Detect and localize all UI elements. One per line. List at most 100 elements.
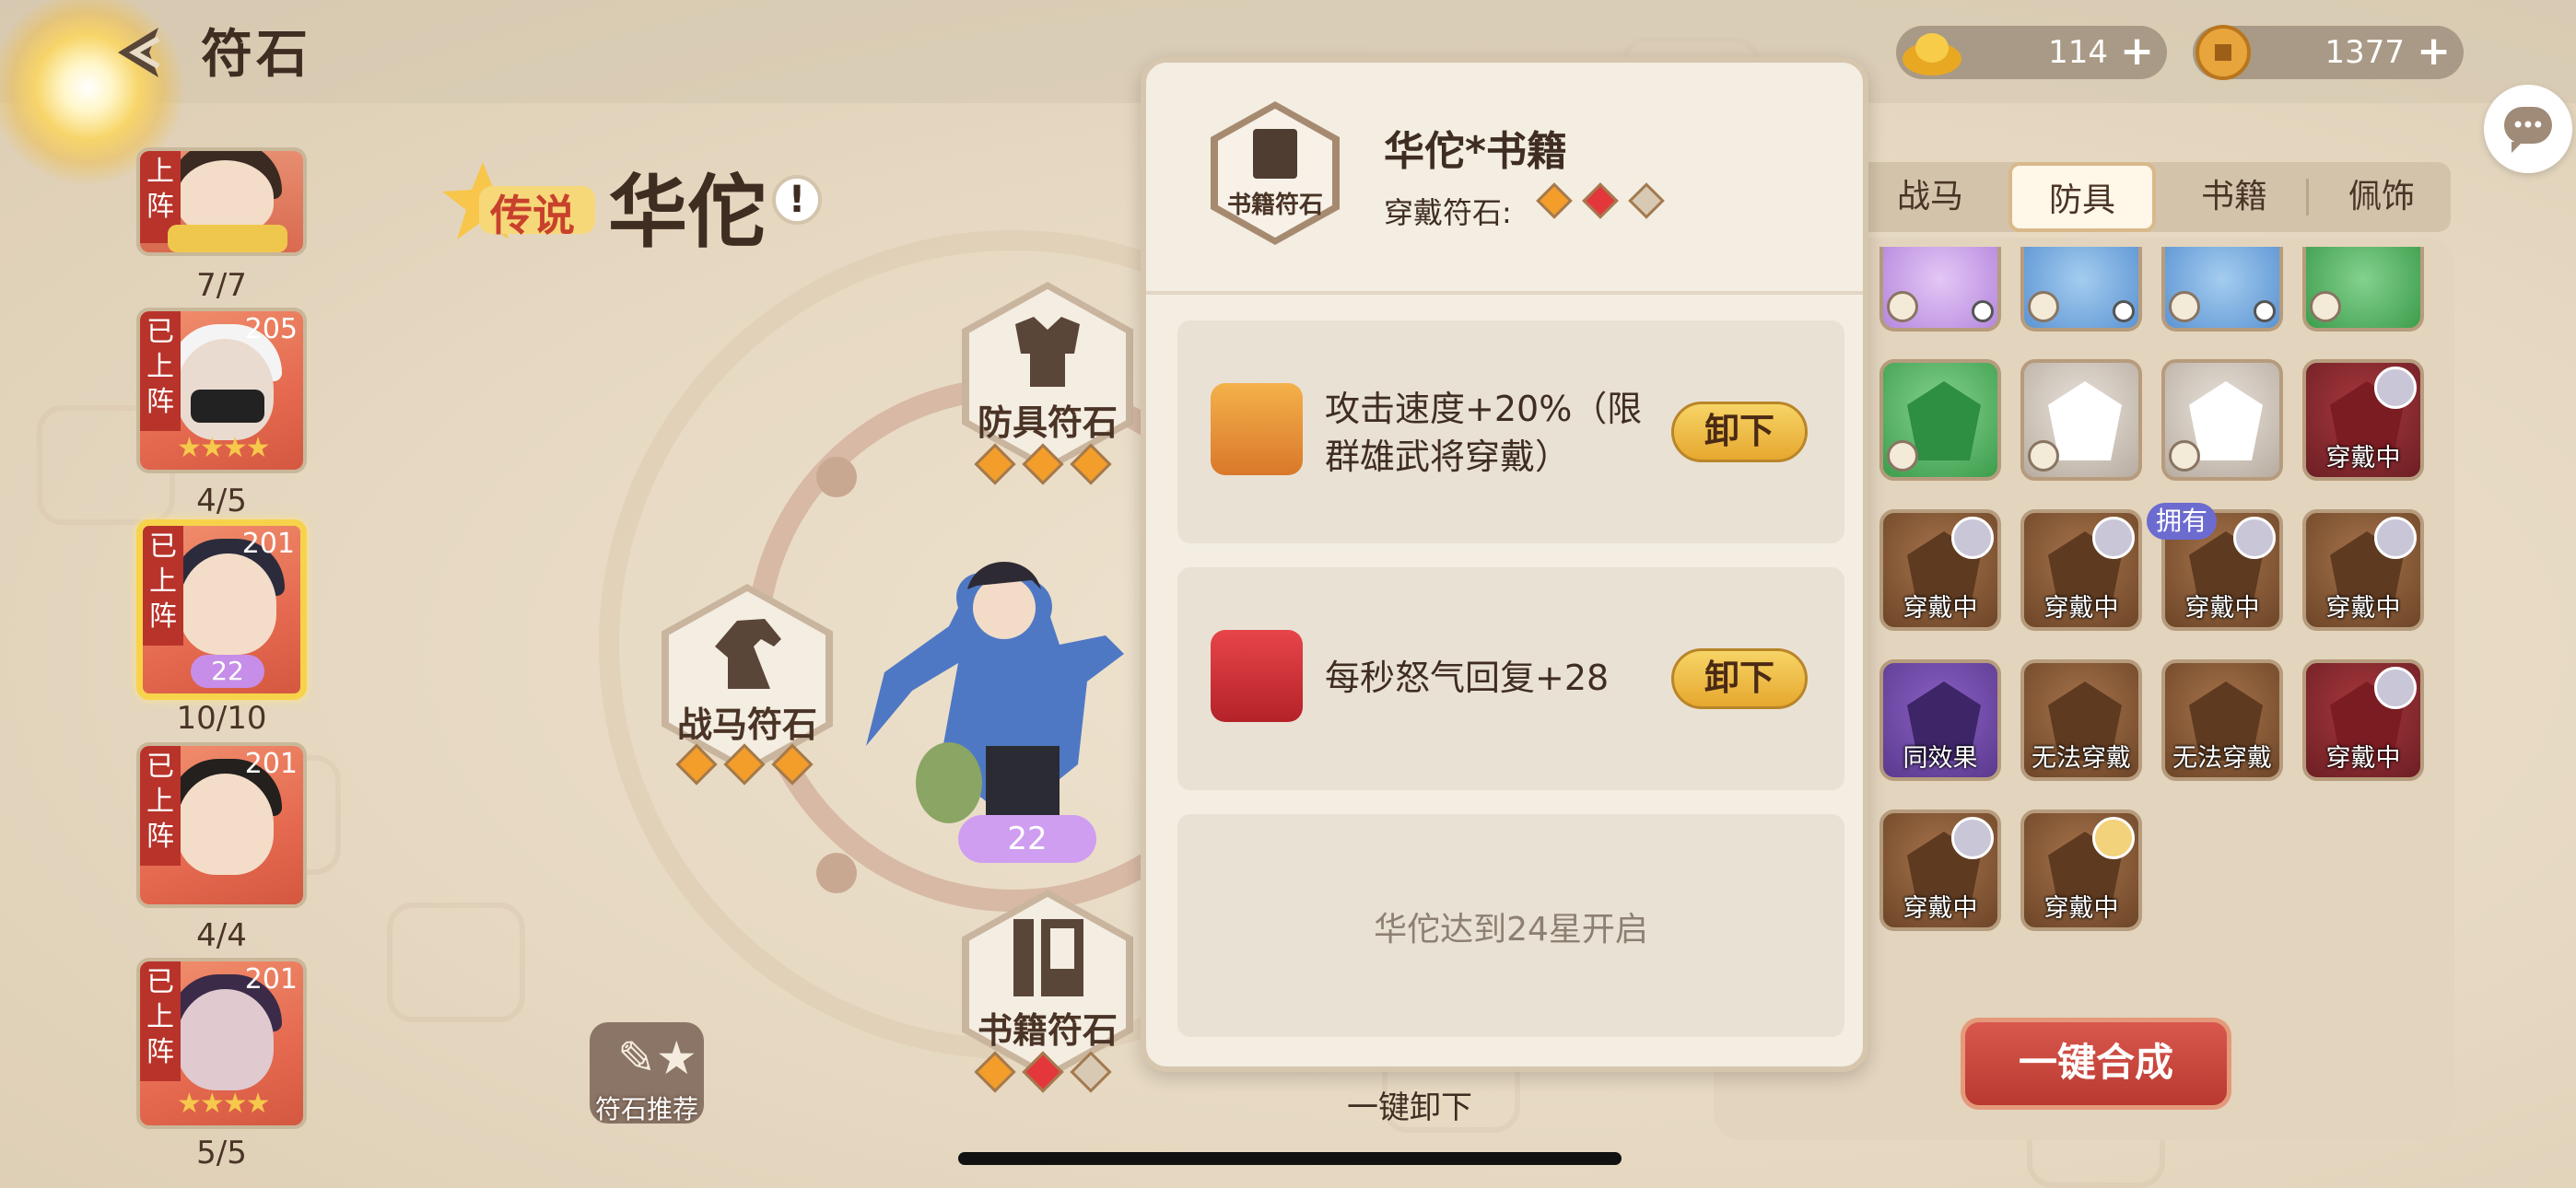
unequip-button[interactable]: 卸下 — [1671, 648, 1808, 709]
hero-level: 201 — [244, 963, 298, 996]
hero-face — [177, 989, 274, 1090]
book-rune-gems — [971, 1051, 1115, 1094]
red-gem-icon — [1582, 182, 1619, 219]
gold-ingot-icon — [1903, 33, 1961, 76]
book-icon — [1253, 129, 1297, 179]
orange-gem-icon — [1070, 443, 1112, 485]
rune-type-icon — [2169, 291, 2200, 322]
rune-item[interactable] — [1879, 247, 2001, 332]
hero-face — [177, 774, 274, 875]
wearer-avatar — [2233, 517, 2276, 559]
rune-item[interactable] — [2161, 359, 2283, 481]
rune-item[interactable]: 同效果 — [1879, 659, 2001, 781]
rune-item[interactable] — [2020, 247, 2142, 332]
hero-card[interactable]: 已上阵 201 — [136, 742, 307, 908]
rune-type-icon — [2169, 440, 2200, 472]
popup-title: 华佗*书籍 — [1384, 128, 1568, 175]
empty-gem-icon — [1070, 1051, 1112, 1093]
tab-horse[interactable]: 战马 — [1866, 162, 1995, 232]
rune-status: 穿戴中 — [2325, 594, 2401, 623]
red-gem-icon — [1022, 1051, 1064, 1093]
gold-ingot-counter: 114 + — [1896, 26, 2167, 79]
add-gold-button[interactable]: + — [2120, 28, 2154, 75]
hero-card[interactable]: 已上阵 201 ★★★★ — [136, 958, 307, 1129]
orange-gem-icon — [675, 743, 718, 786]
hero-level: 201 — [244, 748, 298, 780]
rune-effect-text: 每秒怒气回复+28 — [1325, 658, 1610, 698]
hero-card-selected[interactable]: 已上阵 201 22 — [136, 519, 307, 700]
rune-item[interactable] — [2302, 247, 2424, 332]
back-arrow-icon[interactable] — [103, 20, 177, 85]
rune-effect-text: 攻击速度+20%（限群雄武将穿戴） — [1325, 389, 1643, 477]
rune-recommend-label: 符石推荐 — [594, 1094, 698, 1124]
unequip-all-button[interactable]: 一键卸下 — [1317, 1082, 1502, 1127]
empty-gem-icon — [1628, 182, 1665, 219]
one-click-combine-button[interactable]: 一键合成 — [1961, 1018, 2231, 1110]
popup-icon-label: 书籍符石 — [1226, 192, 1323, 219]
rune-item[interactable] — [1879, 359, 2001, 481]
info-button[interactable]: ! — [772, 175, 822, 225]
orange-gem-icon — [723, 743, 766, 786]
chat-button[interactable]: • • • — [2484, 85, 2572, 173]
rune-item[interactable]: 无法穿戴 — [2020, 659, 2142, 781]
rune-status: 穿戴中 — [1903, 894, 1978, 923]
orange-gem-icon — [974, 443, 1016, 485]
rune-status: 穿戴中 — [2043, 894, 2119, 923]
add-coin-button[interactable]: + — [2417, 28, 2451, 75]
hero-rune-count: 5/5 — [196, 1135, 247, 1171]
hero-rune-count: 4/4 — [196, 917, 247, 954]
armor-rune-gems — [971, 443, 1115, 486]
hero-star-badge: 22 — [191, 655, 264, 688]
rune-item[interactable]: 穿戴中 — [2302, 659, 2424, 781]
rune-type-icon — [1887, 291, 1918, 322]
rune-item[interactable]: 穿戴中 — [1879, 809, 2001, 931]
rune-item[interactable]: 穿戴中 — [2020, 509, 2142, 631]
deployed-tag: 已上阵 — [143, 526, 183, 646]
popup-header: 书籍符石 华佗*书籍 穿戴符石: — [1146, 63, 1863, 295]
rune-item[interactable]: 穿戴中 — [1879, 509, 2001, 631]
unlock-requirement-text: 华佗达到24星开启 — [1374, 911, 1648, 949]
orange-gem-icon — [974, 1051, 1016, 1093]
wearer-avatar — [1951, 817, 1994, 859]
rune-item[interactable]: 穿戴中 — [2302, 359, 2424, 481]
recommend-icon: ✎★ — [617, 1031, 697, 1085]
lock-icon — [1972, 300, 1994, 322]
rune-status: 无法穿戴 — [2172, 744, 2272, 773]
tab-accessory[interactable]: 佩饰 — [2313, 162, 2451, 232]
armor-rune-slot[interactable]: 防具符石 — [962, 282, 1133, 472]
book-rune-icon: 书籍符石 — [1211, 101, 1340, 245]
rune-item[interactable] — [2161, 247, 2283, 332]
tab-armor[interactable]: 防具 — [2008, 162, 2156, 232]
rune-status: 穿戴中 — [2043, 594, 2119, 623]
unequip-button[interactable]: 卸下 — [1671, 402, 1808, 462]
rune-type-icon — [2028, 440, 2059, 472]
equipped-runes-label: 穿戴符石: — [1384, 195, 1512, 230]
hero-rune-count: 4/5 — [196, 483, 247, 519]
horse-rune-slot[interactable]: 战马符石 — [662, 584, 833, 774]
hero-star-level-badge: 22 — [958, 815, 1096, 863]
book-rune-label: 书籍符石 — [977, 1010, 1118, 1051]
rune-status: 穿戴中 — [2325, 744, 2401, 773]
rank-wings — [168, 225, 287, 252]
rune-effect-row: 攻击速度+20%（限群雄武将穿戴） 卸下 — [1177, 320, 1844, 543]
rune-stone-icon — [2189, 381, 2263, 460]
wearer-avatar — [2374, 517, 2417, 559]
coin-counter: 1377 + — [2193, 25, 2464, 80]
rune-item[interactable]: 穿戴中 — [2020, 809, 2142, 931]
rune-item[interactable]: 穿戴中 — [2302, 509, 2424, 631]
book-rune-slot[interactable]: 书籍符石 — [962, 890, 1133, 1079]
hero-card[interactable]: 上阵 — [136, 147, 307, 256]
wheel-dot — [816, 457, 857, 497]
horse-rune-gems — [673, 743, 816, 786]
rune-stone-icon — [1907, 381, 1981, 460]
rune-item[interactable]: 无法穿戴 — [2161, 659, 2283, 781]
wearer-avatar — [2092, 817, 2135, 859]
background-pattern — [387, 903, 525, 1022]
locked-rune-slot: 华佗达到24星开启 — [1177, 814, 1844, 1037]
hero-card[interactable]: 已上阵 205 ★★★★ — [136, 308, 307, 473]
hero-rune-count: 10/10 — [176, 700, 267, 737]
rune-type-tabs: 战马 防具 书籍 佩饰 — [1847, 162, 2451, 232]
tab-book[interactable]: 书籍 — [2165, 162, 2303, 232]
orange-gem-icon — [1536, 182, 1573, 219]
rune-item[interactable] — [2020, 359, 2142, 481]
